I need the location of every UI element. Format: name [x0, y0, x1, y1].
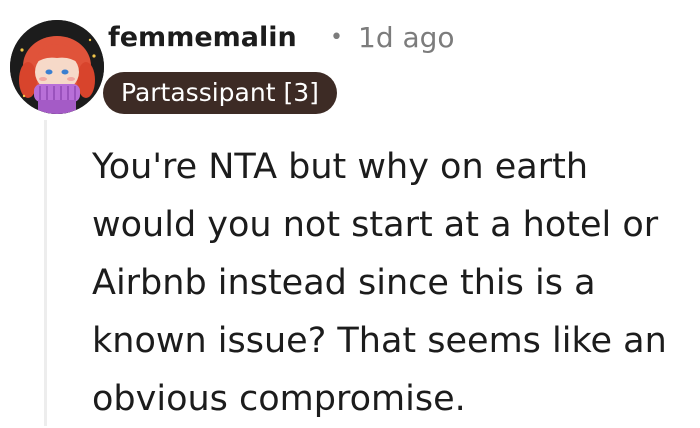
- avatar-illustration: [10, 20, 104, 114]
- meta-separator: •: [330, 25, 343, 50]
- comment-timestamp[interactable]: 1d ago: [358, 18, 455, 58]
- comment-body: You're NTA but why on earth would you no…: [92, 147, 667, 419]
- user-avatar[interactable]: [10, 20, 104, 114]
- user-flair: Partassipant [3]: [103, 72, 337, 114]
- comment-author[interactable]: femmemalin: [108, 18, 297, 58]
- thread-line[interactable]: [44, 120, 47, 426]
